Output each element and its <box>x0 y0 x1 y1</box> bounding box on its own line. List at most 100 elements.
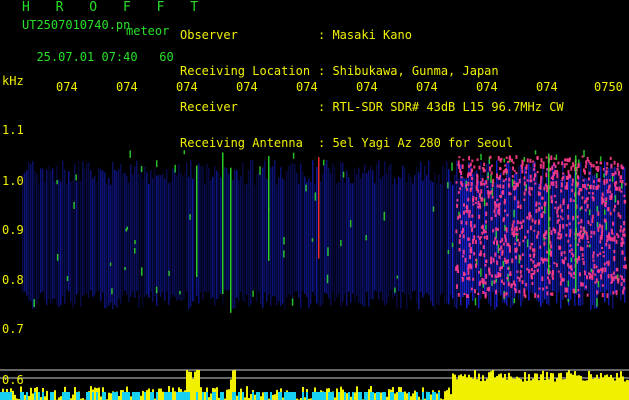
signal-pixel <box>463 203 466 207</box>
level-bar <box>158 388 160 400</box>
noise-streak <box>36 173 38 304</box>
x-tick-label: 074 <box>476 80 498 94</box>
level-bar <box>388 389 390 400</box>
signal-speck <box>383 211 386 221</box>
signal-pixel <box>522 239 525 243</box>
signal-pixel <box>519 204 522 210</box>
signal-pixel <box>556 174 559 179</box>
signal-pixel <box>507 281 510 287</box>
signal-speck <box>56 180 58 185</box>
signal-pixel <box>615 290 618 293</box>
signal-pixel <box>620 190 623 193</box>
signal-pixel <box>521 280 524 284</box>
noise-streak <box>186 162 188 292</box>
noise-streak <box>592 175 594 305</box>
signal-pixel <box>458 156 461 159</box>
signal-pixel <box>515 247 518 252</box>
signal-pixel <box>469 254 472 260</box>
noise-streak <box>106 184 108 308</box>
signal-pixel <box>576 243 579 246</box>
signal-pixel <box>502 179 505 183</box>
signal-pixel <box>540 206 543 210</box>
signal-pixel <box>615 180 618 185</box>
level-bar <box>72 394 74 400</box>
level-bar <box>246 386 248 400</box>
noise-streak <box>216 170 218 300</box>
level-bar-cyan <box>284 392 286 400</box>
signal-pixel <box>521 169 524 174</box>
signal-pixel <box>490 216 493 221</box>
signal-pixel <box>619 214 622 219</box>
noise-streak <box>412 183 414 292</box>
signal-speck <box>588 209 591 216</box>
level-bar-cyan <box>220 392 222 400</box>
signal-pixel <box>516 220 519 225</box>
signal-pixel <box>577 221 580 225</box>
noise-streak <box>376 164 378 293</box>
level-bar-cyan <box>328 392 330 400</box>
signal-pixel <box>612 221 615 226</box>
signal-pixel <box>494 213 497 218</box>
signal-pixel <box>593 231 596 235</box>
noise-streak <box>326 160 328 295</box>
level-bar <box>538 380 540 400</box>
noise-streak <box>62 160 64 297</box>
noise-streak <box>134 166 136 299</box>
level-bar <box>254 394 256 400</box>
signal-pixel <box>476 173 479 177</box>
level-bar-cyan <box>166 392 168 400</box>
noise-streak <box>332 163 334 293</box>
signal-pixel <box>563 163 566 168</box>
signal-pixel <box>471 227 474 232</box>
level-bar <box>626 379 628 400</box>
signal-pixel <box>494 205 497 210</box>
level-bar <box>602 377 604 400</box>
signal-pixel <box>559 204 562 209</box>
signal-pixel <box>457 292 460 297</box>
signal-pixel <box>609 195 612 200</box>
level-bar <box>54 390 56 400</box>
level-bar <box>240 388 242 400</box>
level-bar-cyan <box>114 392 116 400</box>
noise-streak <box>178 163 180 300</box>
signal-pixel <box>530 179 533 183</box>
signal-speck <box>513 298 516 304</box>
noise-streak <box>64 169 66 304</box>
signal-speck <box>134 240 136 245</box>
level-bar-cyan <box>112 392 114 400</box>
level-bar-cyan <box>280 392 282 400</box>
level-bar <box>596 374 598 400</box>
signal-pixel <box>481 177 484 182</box>
level-bar <box>410 396 412 400</box>
signal-pixel <box>504 164 507 167</box>
noise-streak <box>244 184 246 303</box>
y-tick-label: 1.1 <box>2 123 24 137</box>
signal-speck <box>140 166 143 173</box>
signal-speck <box>597 280 600 288</box>
level-bar-cyan <box>358 392 360 400</box>
signal-pixel <box>615 275 618 280</box>
level-bar-cyan <box>50 392 52 400</box>
level-bar-cyan <box>398 392 400 400</box>
signal-speck <box>483 198 486 207</box>
level-bar-cyan <box>104 392 106 400</box>
noise-streak <box>132 174 134 292</box>
signal-pixel <box>613 249 616 254</box>
signal-pixel <box>498 202 501 206</box>
level-bar <box>488 372 490 400</box>
noise-streak <box>394 178 396 296</box>
y-tick-label: 0.8 <box>2 273 24 287</box>
noise-streak <box>68 171 70 292</box>
level-bar <box>616 373 618 400</box>
signal-pixel <box>584 285 587 289</box>
level-bar <box>44 396 46 400</box>
level-bar <box>618 377 620 400</box>
signal-pixel <box>533 229 536 232</box>
signal-speck <box>447 249 450 255</box>
noise-streak <box>360 178 362 304</box>
signal-speck <box>603 173 605 178</box>
noise-streak <box>302 172 304 292</box>
signal-pixel <box>551 175 554 180</box>
signal-pixel <box>624 199 627 204</box>
signal-speck <box>599 156 602 162</box>
